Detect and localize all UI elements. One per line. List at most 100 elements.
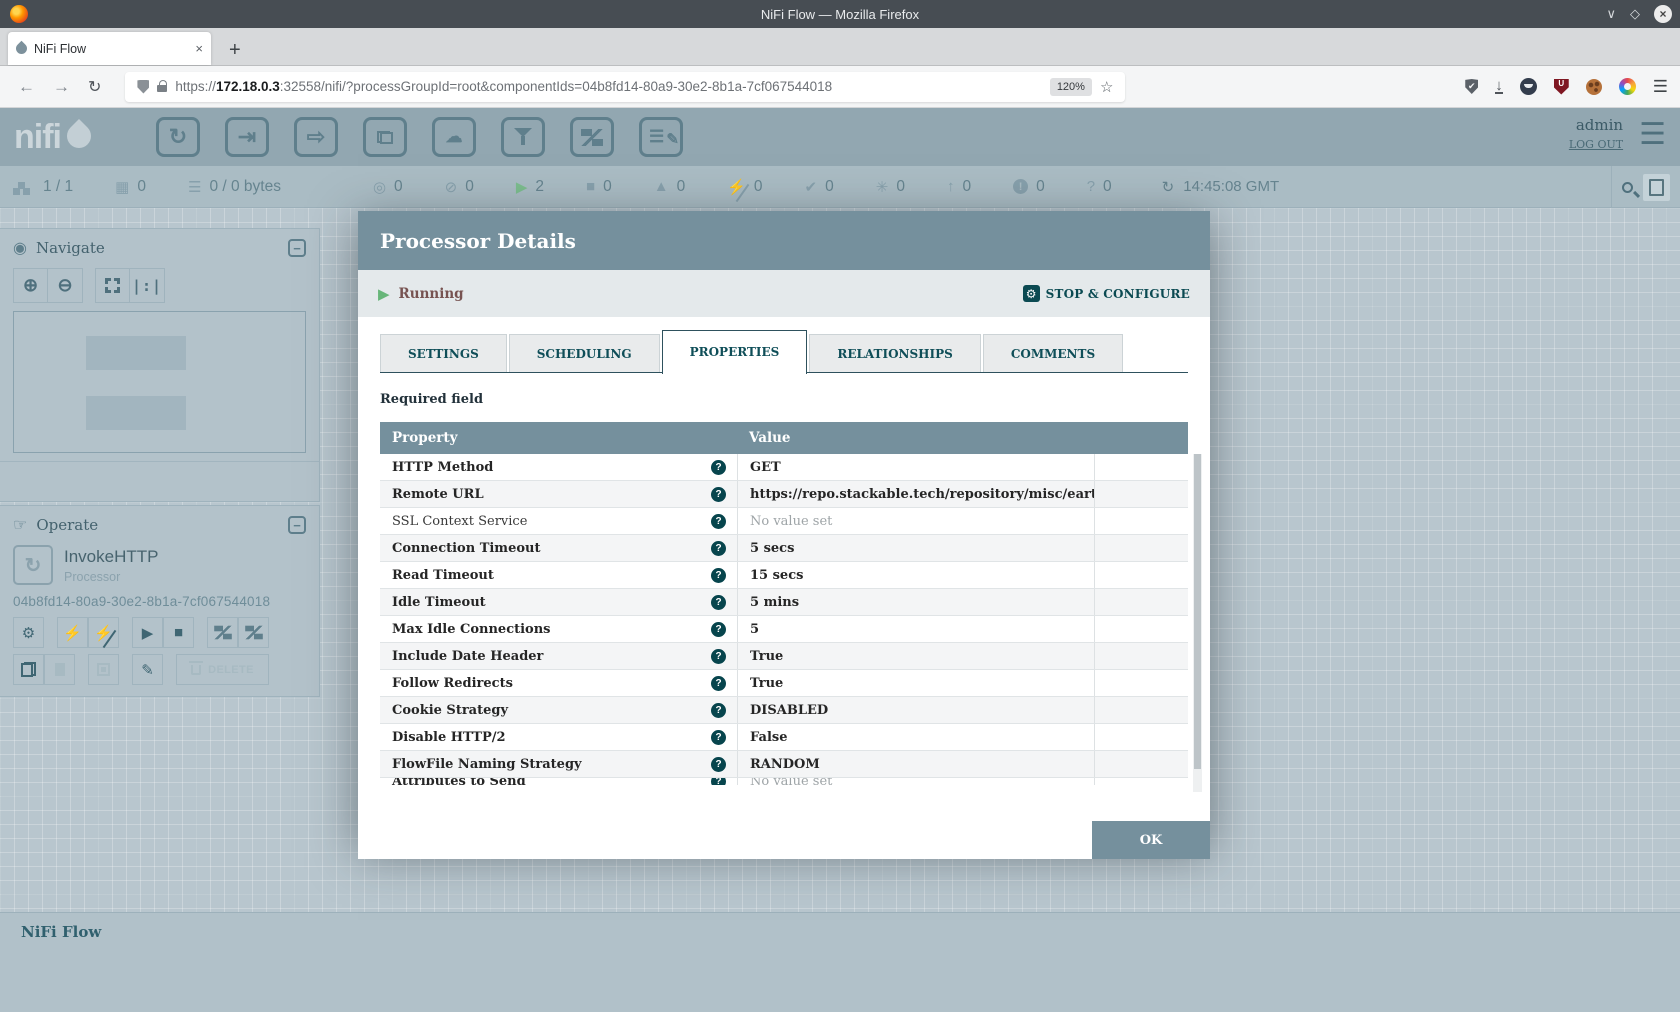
window-maximize-icon[interactable]: ◇ — [1630, 6, 1640, 22]
help-icon[interactable]: ? — [711, 649, 726, 664]
url-text[interactable]: https://172.18.0.3:32558/nifi/?processGr… — [175, 79, 1041, 94]
new-tab-button[interactable]: + — [229, 40, 241, 60]
help-icon[interactable]: ? — [711, 568, 726, 583]
input-port-icon[interactable]: ⇥ — [225, 117, 269, 157]
forward-icon[interactable]: → — [53, 77, 70, 97]
funnel-icon[interactable] — [501, 117, 545, 157]
tab-close-icon[interactable]: × — [195, 41, 203, 56]
stale-icon: ↑ — [947, 178, 955, 195]
tab-scheduling[interactable]: SCHEDULING — [509, 334, 660, 373]
zoom-fit-button[interactable] — [95, 268, 130, 303]
help-icon[interactable]: ? — [711, 676, 726, 691]
table-row[interactable]: Idle Timeout? 5 mins — [380, 589, 1188, 616]
create-template-button[interactable] — [207, 617, 238, 648]
table-row[interactable]: SSL Context Service? No value set — [380, 508, 1188, 535]
locally-modified-and-stale-status: ! 0 — [1013, 178, 1045, 196]
stopped-icon: ■ — [586, 178, 595, 195]
table-row[interactable]: HTTP Method? GET — [380, 454, 1188, 481]
configuration-button[interactable]: ⚙ — [13, 617, 44, 648]
scrollbar-thumb[interactable] — [1194, 454, 1201, 769]
back-icon[interactable]: ← — [18, 77, 35, 97]
window-close-icon[interactable]: × — [1654, 5, 1672, 23]
collapse-operate-icon[interactable]: − — [288, 516, 306, 534]
ok-button[interactable]: OK — [1092, 821, 1210, 859]
tracking-protection-shield-icon[interactable] — [137, 80, 149, 94]
shield-check-icon[interactable]: ✔ — [1465, 79, 1478, 94]
breadcrumb[interactable]: NiFi Flow — [21, 923, 101, 941]
tab-strip: NiFi Flow × + — [0, 28, 1680, 66]
help-icon[interactable]: ? — [711, 541, 726, 556]
extension-cookie-icon[interactable] — [1586, 79, 1602, 95]
zoom-out-button[interactable]: ⊖ — [48, 268, 83, 303]
nifi-drop-icon — [62, 119, 96, 153]
tab-settings[interactable]: SETTINGS — [380, 334, 507, 373]
birdseye-minimap[interactable] — [13, 311, 306, 453]
tab-comments[interactable]: COMMENTS — [983, 334, 1123, 373]
running-icon: ▶ — [516, 178, 528, 196]
table-scrollbar[interactable] — [1193, 454, 1202, 792]
canvas-footer: NiFi Flow — [0, 912, 1680, 1012]
processor-icon[interactable]: ↻ — [156, 117, 200, 157]
disable-button[interactable]: ⚡ — [88, 617, 119, 648]
copy-button[interactable] — [13, 654, 44, 685]
table-row-clipped[interactable]: Attributes to Send? No value set — [380, 778, 1188, 785]
zoom-actual-size-button[interactable]: |:| — [130, 268, 165, 303]
zoom-in-button[interactable]: ⊕ — [13, 268, 48, 303]
remote-process-group-icon[interactable]: ☁ — [432, 117, 476, 157]
url-bar[interactable]: https://172.18.0.3:32558/nifi/?processGr… — [125, 72, 1125, 102]
help-icon[interactable]: ? — [711, 460, 726, 475]
browser-menu-icon[interactable]: ☰ — [1653, 77, 1668, 97]
start-button[interactable]: ▶ — [132, 617, 163, 648]
tab-relationships[interactable]: RELATIONSHIPS — [809, 334, 980, 373]
flow-notes-icon[interactable] — [1643, 174, 1670, 201]
browser-tab[interactable]: NiFi Flow × — [8, 32, 211, 65]
paste-icon — [55, 663, 65, 676]
delete-button[interactable]: DELETE — [176, 654, 269, 685]
table-row[interactable]: FlowFile Naming Strategy? RANDOM — [380, 751, 1188, 778]
help-icon[interactable]: ? — [711, 595, 726, 610]
table-row[interactable]: Include Date Header? True — [380, 643, 1188, 670]
tab-properties[interactable]: PROPERTIES — [662, 330, 808, 374]
extension-pinwheel-icon[interactable] — [1619, 78, 1636, 95]
refresh-icon[interactable]: ↻ — [1162, 178, 1175, 196]
table-row[interactable]: Remote URL? https://repo.stackable.tech/… — [380, 481, 1188, 508]
change-color-button[interactable]: ✎ — [132, 654, 163, 685]
stop-and-configure-button[interactable]: ⚙ STOP & CONFIGURE — [1023, 285, 1190, 302]
template-icon[interactable] — [570, 117, 614, 157]
table-row[interactable]: Disable HTTP/2? False — [380, 724, 1188, 751]
search-icon[interactable] — [1622, 182, 1633, 193]
reload-icon[interactable]: ↻ — [88, 77, 101, 97]
table-row[interactable]: Cookie Strategy? DISABLED — [380, 697, 1188, 724]
global-menu-icon[interactable]: ☰ — [1639, 116, 1666, 154]
bookmark-star-icon[interactable]: ☆ — [1100, 78, 1113, 96]
invalid-status: ▲ 0 — [654, 178, 685, 196]
paste-button[interactable] — [44, 654, 75, 685]
downloads-icon[interactable]: ↓ — [1495, 79, 1503, 94]
logout-link[interactable]: LOG OUT — [1569, 138, 1623, 151]
help-icon[interactable]: ? — [711, 757, 726, 772]
table-row[interactable]: Read Timeout? 15 secs — [380, 562, 1188, 589]
table-row[interactable]: Follow Redirects? True — [380, 670, 1188, 697]
output-port-icon[interactable]: ⇨ — [294, 117, 338, 157]
window-minimize-icon[interactable]: ∨ — [1606, 6, 1616, 22]
lock-icon[interactable] — [157, 85, 167, 92]
table-row[interactable]: Connection Timeout? 5 secs — [380, 535, 1188, 562]
upload-template-button[interactable] — [238, 617, 269, 648]
help-icon[interactable]: ? — [711, 514, 726, 529]
zoom-level-badge[interactable]: 120% — [1050, 78, 1092, 96]
label-icon[interactable]: ☰✎ — [639, 117, 683, 157]
stop-button[interactable]: ■ — [163, 617, 194, 648]
collapse-navigate-icon[interactable]: − — [288, 239, 306, 257]
properties-table: Property Value HTTP Method? GET Remote U… — [380, 422, 1188, 785]
table-row[interactable]: Max Idle Connections? 5 — [380, 616, 1188, 643]
help-icon[interactable]: ? — [711, 730, 726, 745]
help-icon[interactable]: ? — [711, 622, 726, 637]
locally-modified-and-stale-icon: ! — [1013, 179, 1028, 194]
help-icon[interactable]: ? — [711, 487, 726, 502]
extension-ublock-icon[interactable]: U — [1554, 79, 1569, 95]
extension-mask-icon[interactable] — [1520, 78, 1537, 95]
enable-button[interactable]: ⚡ — [57, 617, 88, 648]
process-group-icon[interactable] — [363, 117, 407, 157]
help-icon[interactable]: ? — [711, 703, 726, 718]
group-button[interactable] — [88, 654, 119, 685]
